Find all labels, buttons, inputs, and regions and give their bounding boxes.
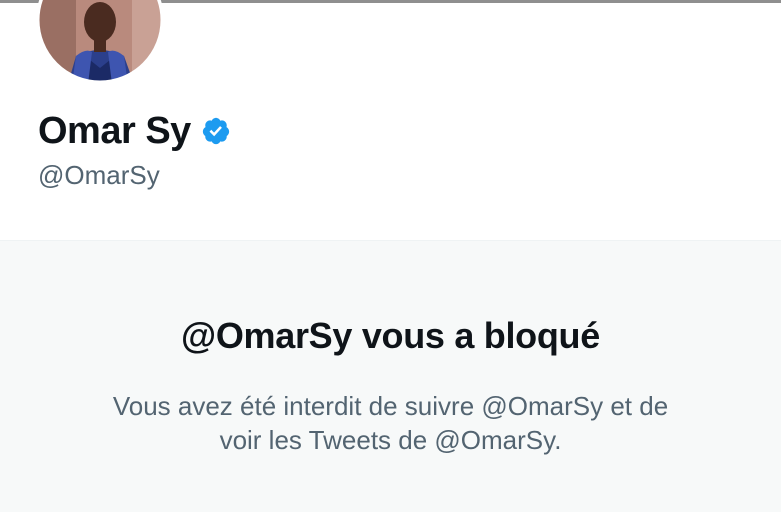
profile-handle: @OmarSy xyxy=(38,160,160,190)
verified-badge-icon xyxy=(201,116,231,146)
avatar[interactable] xyxy=(36,0,164,84)
avatar-photo xyxy=(36,0,164,84)
profile-name: Omar Sy xyxy=(38,109,191,152)
blocked-description-line-1: Vous avez été interdit de suivre @OmarSy… xyxy=(112,391,669,421)
profile-name-row: Omar Sy xyxy=(38,106,231,156)
blocked-description: Vous avez été interdit de suivre @OmarSy… xyxy=(60,389,721,457)
blocked-profile-screen: Omar Sy @OmarSy @OmarSy vous a bloqué Vo… xyxy=(0,0,781,512)
blocked-notice-panel: @OmarSy vous a bloqué Vous avez été inte… xyxy=(0,240,781,512)
blocked-title: @OmarSy vous a bloqué xyxy=(181,315,600,356)
blocked-description-line-2: voir les Tweets de @OmarSy. xyxy=(219,425,562,455)
